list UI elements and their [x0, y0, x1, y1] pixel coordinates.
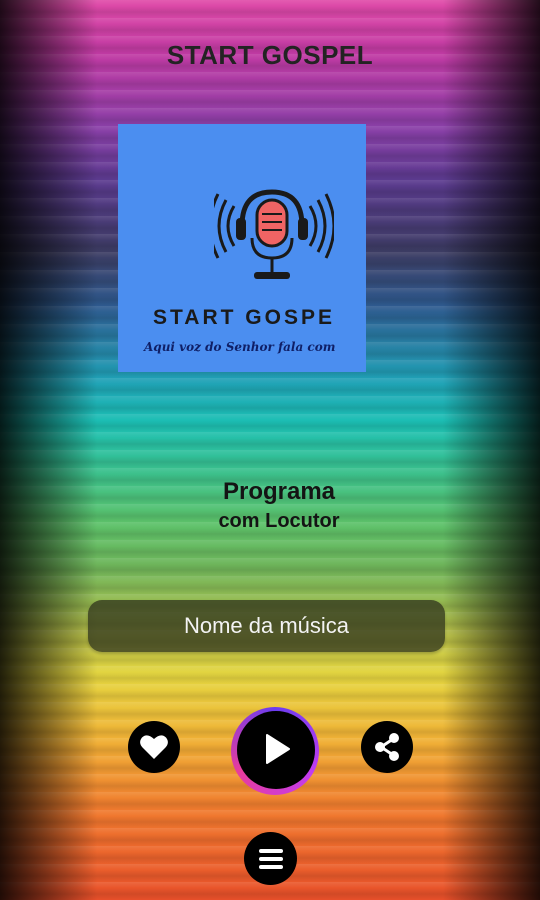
- play-button[interactable]: [231, 707, 319, 795]
- menu-button[interactable]: [244, 832, 297, 885]
- share-button[interactable]: [361, 721, 413, 773]
- song-name: Nome da música: [183, 613, 350, 638]
- app-title: START GOSPEL: [166, 40, 374, 70]
- program-info: Programa com Locutor: [0, 478, 540, 533]
- microphone-logo-icon: [214, 189, 334, 279]
- play-button-core: [237, 711, 315, 789]
- like-button[interactable]: [128, 721, 180, 773]
- play-icon: [266, 734, 290, 764]
- menu-icon: [258, 848, 283, 869]
- cover-tagline: Aqui voz do Senhor fala com: [144, 340, 336, 354]
- album-cover: START GOSPE Aqui voz do Senhor fala com: [118, 124, 366, 372]
- program-title: Programa: [222, 478, 336, 505]
- song-name-bar: Nome da música: [88, 600, 445, 652]
- cover-logo-text: START GOSPE: [153, 306, 335, 329]
- program-subtitle: com Locutor: [218, 510, 340, 532]
- share-icon: [375, 733, 399, 761]
- heart-icon: [140, 735, 168, 759]
